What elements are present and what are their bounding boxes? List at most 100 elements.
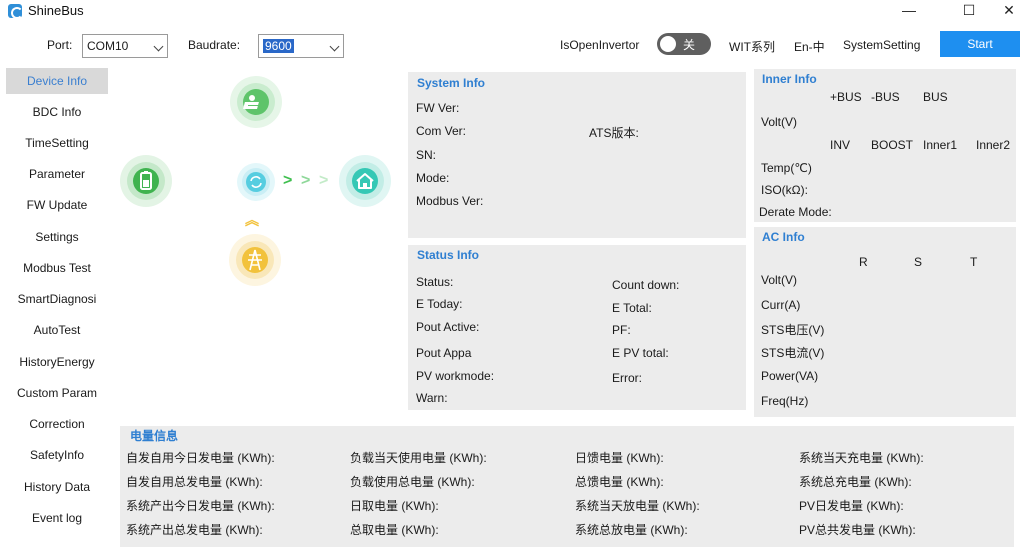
- sidebar-item-settings[interactable]: Settings: [6, 224, 108, 250]
- converter-icon: [237, 163, 275, 201]
- toggle-state-label: 关: [683, 38, 696, 52]
- phase-s-header: S: [914, 255, 923, 269]
- sidebar-item-modbus-test[interactable]: Modbus Test: [6, 255, 108, 281]
- pv-workmode-label: PV workmode:: [416, 369, 495, 383]
- baudrate-select[interactable]: 9600: [258, 34, 344, 58]
- e-today-label: E Today:: [416, 297, 463, 311]
- system-info-panel: System Info FW Ver: Com Ver: ATS版本: SN: …: [408, 72, 746, 238]
- pout-active-label: Pout Active:: [416, 320, 480, 334]
- energy-info-title: 电量信息: [130, 429, 179, 443]
- ac-info-panel: AC Info R S T Volt(V) Curr(A) STS电压(V) S…: [754, 227, 1016, 417]
- warn-label: Warn:: [416, 391, 448, 405]
- up-arrow-icon: ︽: [245, 212, 259, 228]
- system-setting-link[interactable]: SystemSetting: [843, 38, 920, 52]
- energy-system-total: 系统产出总发电量 (KWh):: [126, 523, 263, 537]
- language-toggle-link[interactable]: En-中: [794, 38, 825, 55]
- ac-info-title: AC Info: [762, 230, 805, 244]
- pf-label: PF:: [612, 323, 631, 337]
- sidebar-item-device-info[interactable]: Device Info: [6, 68, 108, 94]
- com-ver-label: Com Ver:: [416, 124, 467, 138]
- inner-info-panel: Inner Info +BUS -BUS BUS Volt(V) INV BOO…: [754, 69, 1016, 222]
- toggle-knob: [660, 36, 676, 52]
- iso-label: ISO(kΩ):: [761, 183, 808, 197]
- sts-volt-label: STS电压(V): [761, 323, 825, 337]
- sidebar-item-safety-info[interactable]: SafetyInfo: [6, 442, 108, 468]
- minimize-button[interactable]: —: [886, 0, 932, 22]
- energy-import-total: 总取电量 (KWh):: [350, 523, 439, 537]
- sidebar-item-history-data[interactable]: History Data: [6, 474, 108, 500]
- title-bar: ShineBus — ☐ ✕: [0, 0, 1024, 22]
- start-button[interactable]: Start: [940, 31, 1020, 57]
- ac-volt-label: Volt(V): [761, 273, 798, 287]
- mode-label: Mode:: [416, 171, 450, 185]
- sidebar-item-history-energy[interactable]: HistoryEnergy: [6, 349, 108, 375]
- sidebar-item-auto-test[interactable]: AutoTest: [6, 317, 108, 343]
- energy-load-today: 负载当天使用电量 (KWh):: [350, 451, 487, 465]
- close-button[interactable]: ✕: [986, 0, 1024, 22]
- phase-r-header: R: [859, 255, 868, 269]
- sidebar-item-fw-update[interactable]: FW Update: [6, 192, 108, 218]
- energy-discharge-today: 系统当天放电量 (KWh):: [575, 499, 700, 513]
- flow-arrow-icon: >: [319, 172, 329, 189]
- ats-ver-label: ATS版本:: [589, 126, 639, 140]
- port-value: COM10: [87, 39, 129, 53]
- neg-bus-header: -BUS: [871, 90, 900, 104]
- sn-label: SN:: [416, 148, 437, 162]
- boost-header: BOOST: [871, 138, 914, 152]
- ac-curr-label: Curr(A): [761, 298, 801, 312]
- wit-series-link[interactable]: WIT系列: [729, 38, 775, 55]
- bus-header: BUS: [923, 90, 948, 104]
- temp-label: Temp(℃): [761, 161, 812, 175]
- chevron-down-icon: [153, 41, 164, 52]
- count-down-label: Count down:: [612, 278, 680, 292]
- energy-system-today: 系统产出今日发电量 (KWh):: [126, 499, 275, 513]
- sidebar-item-smart-diagnosis[interactable]: SmartDiagnosi: [6, 286, 108, 312]
- baudrate-value: 9600: [263, 39, 294, 53]
- energy-self-use-total: 自发自用总发电量 (KWh):: [126, 475, 263, 489]
- grid-tower-icon: [229, 234, 281, 286]
- status-info-title: Status Info: [417, 248, 479, 262]
- flow-arrow-icon: >: [283, 172, 293, 189]
- phase-t-header: T: [970, 255, 978, 269]
- fw-ver-label: FW Ver:: [416, 101, 460, 115]
- sts-curr-label: STS电流(V): [761, 346, 825, 360]
- chevron-down-icon: [329, 41, 340, 52]
- energy-export-today: 日馈电量 (KWh):: [575, 451, 664, 465]
- e-total-label: E Total:: [612, 301, 652, 315]
- toolbar: Port: COM10 Baudrate: 9600 IsOpenInverto…: [0, 28, 1024, 62]
- app-title: ShineBus: [28, 3, 84, 18]
- volt-label: Volt(V): [761, 115, 798, 129]
- e-pv-total-label: E PV total:: [612, 346, 669, 360]
- app-logo-icon: [8, 4, 23, 19]
- solar-panel-icon: [230, 76, 282, 128]
- pos-bus-header: +BUS: [830, 90, 862, 104]
- sidebar-item-event-log[interactable]: Event log: [6, 505, 108, 531]
- sidebar-item-time-setting[interactable]: TimeSetting: [6, 130, 108, 156]
- home-icon: [339, 155, 391, 207]
- sidebar-item-parameter[interactable]: Parameter: [6, 161, 108, 187]
- modbus-ver-label: Modbus Ver:: [416, 194, 484, 208]
- energy-pv-total: PV总共发电量 (KWh):: [799, 523, 916, 537]
- sidebar-item-custom-param[interactable]: Custom Param: [6, 380, 108, 406]
- pout-appa-label: Pout Appa: [416, 346, 472, 360]
- error-label: Error:: [612, 371, 642, 385]
- derate-mode-label: Derate Mode:: [759, 205, 832, 219]
- inner1-header: Inner1: [923, 138, 958, 152]
- battery-icon: [120, 155, 172, 207]
- energy-self-use-today: 自发自用今日发电量 (KWh):: [126, 451, 275, 465]
- energy-export-total: 总馈电量 (KWh):: [575, 475, 664, 489]
- system-info-title: System Info: [417, 76, 486, 90]
- sidebar-item-correction[interactable]: Correction: [6, 411, 108, 437]
- energy-charge-total: 系统总充电量 (KWh):: [799, 475, 912, 489]
- flow-arrow-icon: >: [301, 172, 311, 189]
- sidebar-item-bdc-info[interactable]: BDC Info: [6, 99, 108, 125]
- inner2-header: Inner2: [976, 138, 1011, 152]
- port-select[interactable]: COM10: [82, 34, 168, 58]
- energy-info-panel: 电量信息 自发自用今日发电量 (KWh): 自发自用总发电量 (KWh): 系统…: [120, 426, 1014, 547]
- status-label: Status:: [416, 275, 454, 289]
- baudrate-label: Baudrate:: [188, 38, 241, 52]
- energy-discharge-total: 系统总放电量 (KWh):: [575, 523, 688, 537]
- energy-pv-today: PV日发电量 (KWh):: [799, 499, 904, 513]
- ac-power-label: Power(VA): [761, 369, 819, 383]
- invertor-toggle[interactable]: 关: [657, 33, 711, 55]
